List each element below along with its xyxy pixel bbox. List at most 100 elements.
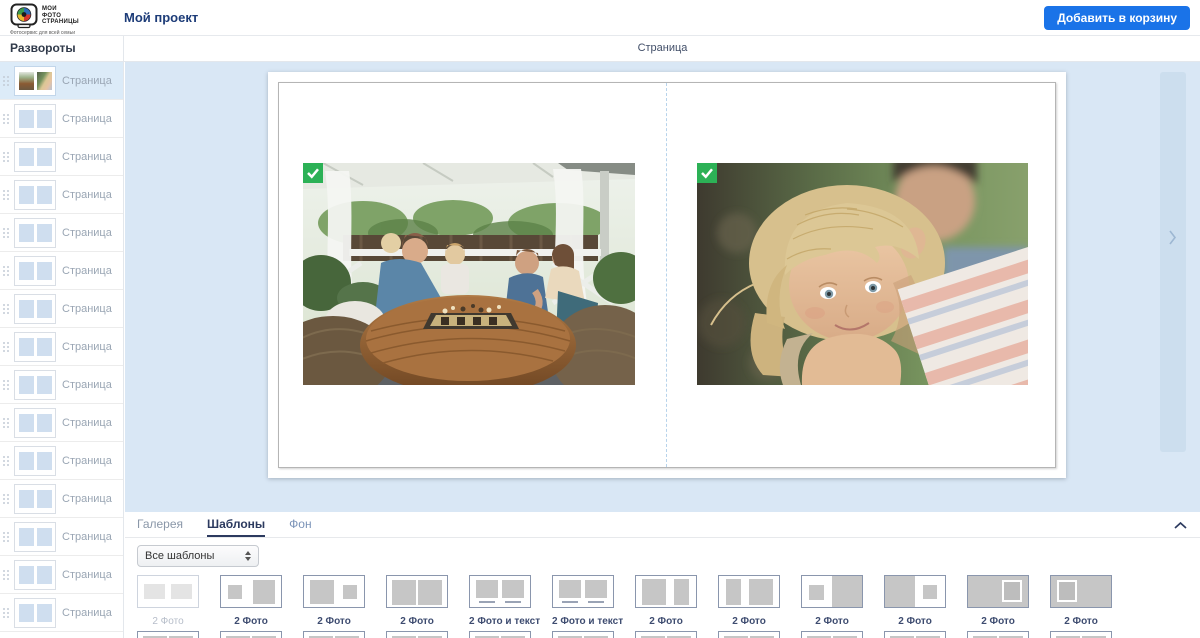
spread-list-item[interactable]: Страница bbox=[0, 176, 123, 214]
spread-list-item[interactable]: Страница bbox=[0, 214, 123, 252]
spread-label: Страница bbox=[62, 416, 112, 429]
template-option[interactable]: 2 Фото bbox=[635, 575, 697, 627]
drag-handle-icon[interactable] bbox=[3, 341, 9, 352]
spread-list-item[interactable]: Страница bbox=[0, 480, 123, 518]
template-option[interactable]: 2 Фото bbox=[801, 575, 863, 627]
spread-list-item[interactable]: Страница bbox=[0, 594, 123, 632]
drag-handle-icon[interactable] bbox=[3, 531, 9, 542]
spread-list-item[interactable]: Страница bbox=[0, 404, 123, 442]
template-option[interactable]: 2 Фото bbox=[718, 575, 780, 627]
template-preview bbox=[552, 575, 614, 608]
template-option[interactable] bbox=[552, 631, 614, 638]
chevron-up-icon bbox=[1173, 521, 1187, 529]
spread-label: Страница bbox=[62, 454, 112, 467]
spread-thumbnail bbox=[14, 293, 56, 324]
editor-canvas bbox=[125, 62, 1200, 512]
tab-background[interactable]: Фон bbox=[289, 512, 311, 537]
drag-handle-icon[interactable] bbox=[3, 607, 9, 618]
drag-handle-icon[interactable] bbox=[3, 189, 9, 200]
template-preview bbox=[386, 631, 448, 638]
spreads-sidebar: Страница Страница Страница Страница Страница… bbox=[0, 62, 124, 638]
spread-thumbnail bbox=[14, 521, 56, 552]
check-icon bbox=[701, 168, 713, 179]
spread-list-item[interactable]: Страница bbox=[0, 252, 123, 290]
template-option[interactable]: 2 Фото bbox=[220, 575, 282, 627]
app-logo[interactable]: МОИ ФОТО СТРАНИЦЫ Фотосервис для всей се… bbox=[10, 3, 118, 36]
template-option[interactable] bbox=[967, 631, 1029, 638]
drag-handle-icon[interactable] bbox=[3, 379, 9, 390]
template-option[interactable]: 2 Фото bbox=[137, 575, 199, 627]
spread-thumbnail bbox=[14, 369, 56, 400]
spread-page[interactable] bbox=[268, 72, 1066, 478]
spread-label: Страница bbox=[62, 492, 112, 505]
template-option[interactable] bbox=[635, 631, 697, 638]
template-label: 2 Фото и текст bbox=[469, 616, 541, 627]
spread-label: Страница bbox=[62, 606, 112, 619]
template-preview bbox=[469, 575, 531, 608]
drag-handle-icon[interactable] bbox=[3, 227, 9, 238]
drag-handle-icon[interactable] bbox=[3, 417, 9, 428]
template-option[interactable] bbox=[801, 631, 863, 638]
spread-center-fold bbox=[666, 83, 667, 467]
spread-label: Страница bbox=[62, 340, 112, 353]
template-option[interactable]: 2 Фото и текст bbox=[469, 575, 541, 627]
drag-handle-icon[interactable] bbox=[3, 113, 9, 124]
drag-handle-icon[interactable] bbox=[3, 75, 9, 86]
drag-handle-icon[interactable] bbox=[3, 303, 9, 314]
template-label: 2 Фото bbox=[732, 616, 766, 627]
drag-handle-icon[interactable] bbox=[3, 151, 9, 162]
spread-list-item[interactable]: Страница bbox=[0, 442, 123, 480]
template-option[interactable]: 2 Фото bbox=[303, 575, 365, 627]
template-preview bbox=[220, 575, 282, 608]
spread-list-item[interactable]: Страница bbox=[0, 518, 123, 556]
canvas-scrollbar[interactable] bbox=[1160, 72, 1186, 452]
spread-label: Страница bbox=[62, 150, 112, 163]
photo-child-portrait[interactable] bbox=[697, 163, 1028, 385]
template-option[interactable] bbox=[137, 631, 199, 638]
spread-list: Страница Страница Страница Страница Страница… bbox=[0, 62, 123, 632]
tab-templates[interactable]: Шаблоны bbox=[207, 512, 266, 537]
spread-list-item[interactable]: Страница bbox=[0, 556, 123, 594]
photo-selected-badge bbox=[697, 163, 717, 183]
photo-family-chess[interactable] bbox=[303, 163, 635, 385]
template-preview bbox=[552, 631, 614, 638]
spread-list-item[interactable]: Страница bbox=[0, 290, 123, 328]
drag-handle-icon[interactable] bbox=[3, 493, 9, 504]
template-option[interactable]: 2 Фото bbox=[1050, 575, 1112, 627]
template-option[interactable] bbox=[386, 631, 448, 638]
template-option[interactable]: 2 Фото bbox=[386, 575, 448, 627]
collapse-panel-button[interactable] bbox=[1172, 518, 1188, 532]
spread-label: Страница bbox=[62, 74, 112, 87]
spread-list-item[interactable]: Страница bbox=[0, 366, 123, 404]
template-label: 2 Фото bbox=[898, 616, 932, 627]
tab-gallery[interactable]: Галерея bbox=[137, 512, 183, 537]
template-option[interactable] bbox=[1050, 631, 1112, 638]
app-root: МОИ ФОТО СТРАНИЦЫ Фотосервис для всей се… bbox=[0, 0, 1200, 638]
add-to-cart-button[interactable]: Добавить в корзину bbox=[1044, 6, 1190, 30]
template-option[interactable]: 2 Фото bbox=[967, 575, 1029, 627]
drag-handle-icon[interactable] bbox=[3, 265, 9, 276]
spread-list-item[interactable]: Страница bbox=[0, 328, 123, 366]
template-option[interactable] bbox=[220, 631, 282, 638]
spread-list-item[interactable]: Страница bbox=[0, 138, 123, 176]
template-option[interactable] bbox=[303, 631, 365, 638]
spread-label: Страница bbox=[62, 378, 112, 391]
template-option[interactable]: 2 Фото bbox=[884, 575, 946, 627]
canvas-page-title: Страница bbox=[637, 42, 688, 54]
template-option[interactable] bbox=[884, 631, 946, 638]
template-preview bbox=[303, 631, 365, 638]
spread-list-item[interactable]: Страница bbox=[0, 62, 123, 100]
template-preview bbox=[884, 631, 946, 638]
template-label: 2 Фото bbox=[981, 616, 1015, 627]
template-option[interactable]: 2 Фото и текст bbox=[552, 575, 623, 627]
template-option[interactable] bbox=[718, 631, 780, 638]
templates-filter-select[interactable]: Все шаблоны bbox=[137, 545, 259, 567]
template-preview bbox=[303, 575, 365, 608]
chevron-right-icon bbox=[1169, 230, 1177, 245]
spread-list-item[interactable]: Страница bbox=[0, 100, 123, 138]
child-portrait-image bbox=[697, 163, 1028, 385]
drag-handle-icon[interactable] bbox=[3, 569, 9, 580]
template-option[interactable] bbox=[469, 631, 531, 638]
project-title: Мой проект bbox=[124, 10, 199, 25]
drag-handle-icon[interactable] bbox=[3, 455, 9, 466]
